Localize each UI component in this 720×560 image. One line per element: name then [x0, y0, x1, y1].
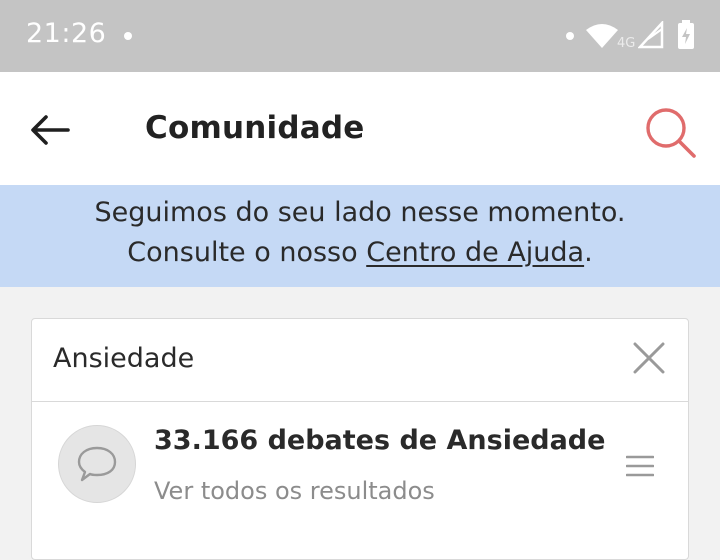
clear-search-button[interactable] — [630, 339, 668, 377]
search-input[interactable]: Ansiedade — [32, 319, 688, 402]
result-avatar — [58, 425, 136, 503]
battery-icon — [678, 20, 694, 49]
menu-icon — [626, 455, 654, 477]
notification-dot-icon — [124, 32, 132, 40]
banner-message: Seguimos do seu lado nesse momento. — [94, 197, 626, 228]
info-banner: Seguimos do seu lado nesse momento. Cons… — [0, 185, 720, 287]
page-title: Comunidade — [145, 110, 365, 146]
status-time: 21:26 — [26, 18, 107, 49]
search-button[interactable] — [640, 102, 702, 164]
back-button[interactable] — [24, 104, 76, 156]
search-input-value[interactable]: Ansiedade — [53, 343, 194, 374]
search-result-row[interactable]: 33.166 debates de Ansiedade Ver todos os… — [32, 403, 688, 533]
banner-help-prefix: Consulte o nosso — [127, 237, 367, 268]
notification-dot-icon — [566, 32, 574, 40]
search-icon — [646, 108, 696, 158]
cellular-signal-icon — [638, 21, 664, 49]
app-header: Comunidade — [0, 72, 720, 185]
status-bar: 21:26 4G — [0, 0, 720, 72]
help-center-link[interactable]: Centro de Ajuda — [366, 237, 584, 268]
result-subtitle: Ver todos os resultados — [154, 477, 435, 505]
banner-help-suffix: . — [584, 237, 593, 268]
close-icon — [633, 342, 665, 374]
chat-bubble-icon — [77, 446, 117, 482]
wifi-icon — [586, 24, 618, 48]
network-type-label: 4G — [617, 36, 636, 51]
arrow-left-icon — [31, 115, 70, 145]
search-card: Ansiedade 33.166 debates de Ansiedade Ve… — [31, 318, 689, 560]
banner-help-line: Consulte o nosso Centro de Ajuda. — [0, 237, 720, 268]
result-title: 33.166 debates de Ansiedade — [154, 425, 606, 456]
